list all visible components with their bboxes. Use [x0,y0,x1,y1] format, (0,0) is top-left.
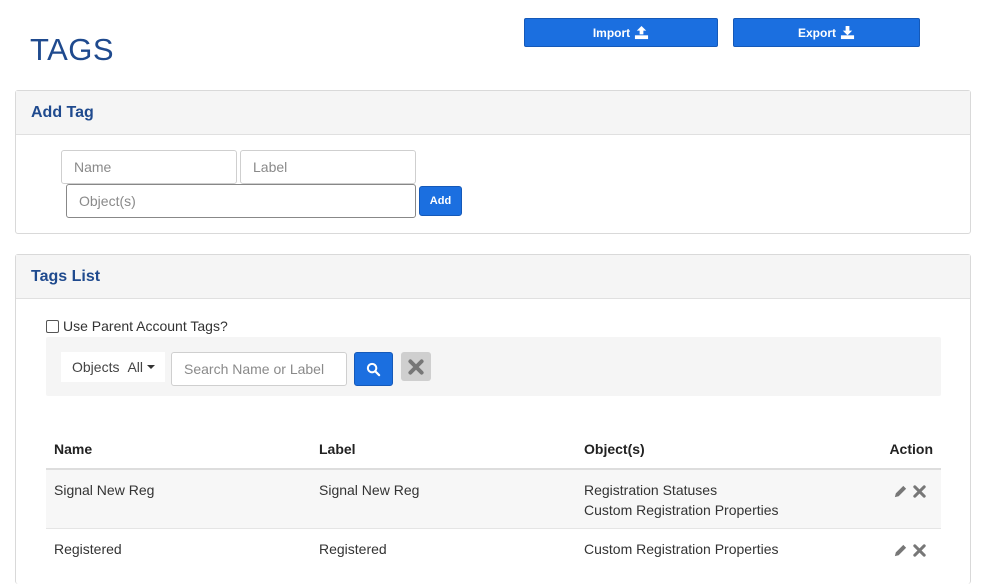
upload-icon [635,25,649,40]
tags-list-header: Tags List [16,255,970,299]
cell-name: Signal New Reg [46,468,311,529]
search-input[interactable]: Search Name or Label [171,352,347,386]
import-button[interactable]: Import [524,18,718,47]
close-icon[interactable] [912,484,927,499]
cell-objects: Custom Registration Properties [576,528,855,567]
page-title: TAGS [30,32,115,67]
use-parent-tags-label: Use Parent Account Tags? [63,318,228,334]
cell-action [855,468,941,529]
objects-input[interactable]: Object(s) [66,184,416,218]
add-tag-header: Add Tag [16,91,970,135]
objects-dropdown[interactable]: Objects All [61,352,165,382]
export-label: Export [797,25,836,40]
object-item: Custom Registration Properties [584,502,779,518]
column-header-action: Action [855,430,941,470]
chevron-down-icon [147,365,156,369]
object-item: Registration Statuses [584,482,718,498]
add-tag-panel: Add Tag Name Label Object(s) Add [15,90,971,234]
use-parent-tags-row: Use Parent Account Tags? [46,318,228,334]
export-button[interactable]: Export [733,18,920,47]
name-input[interactable]: Name [61,150,237,184]
clear-search-button[interactable] [401,352,431,381]
cell-objects: Registration Statuses Custom Registratio… [576,468,855,529]
cell-label: Registered [311,528,576,567]
close-icon [408,358,424,375]
cell-action [855,528,941,567]
label-input[interactable]: Label [240,150,416,184]
table-header-row: Name Label Object(s) Action [46,430,941,470]
cell-label: Signal New Reg [311,468,576,529]
objects-dropdown-label: Objects [72,359,120,375]
column-header-objects: Object(s) [576,430,855,470]
tags-table: Name Label Object(s) Action Signal New R… [46,430,941,567]
close-icon[interactable] [912,543,927,558]
table-row: Signal New Reg Signal New Reg Registrati… [46,468,941,529]
download-icon [840,25,855,40]
cell-name: Registered [46,528,311,567]
objects-dropdown-value: All [127,359,144,375]
table-row: Registered Registered Custom Registratio… [46,528,941,567]
search-icon [366,362,381,376]
column-header-label: Label [311,430,576,470]
use-parent-tags-checkbox[interactable] [46,319,59,333]
tags-list-panel: Tags List Use Parent Account Tags? Objec… [15,254,971,584]
search-button[interactable] [354,352,393,386]
object-item: Custom Registration Properties [584,541,779,557]
pencil-icon[interactable] [893,543,908,558]
column-header-name: Name [46,430,311,470]
import-label: Import [592,25,631,40]
filter-bar: Objects All Search Name or Label [46,337,941,396]
pencil-icon[interactable] [893,484,908,499]
add-button[interactable]: Add [419,186,462,216]
